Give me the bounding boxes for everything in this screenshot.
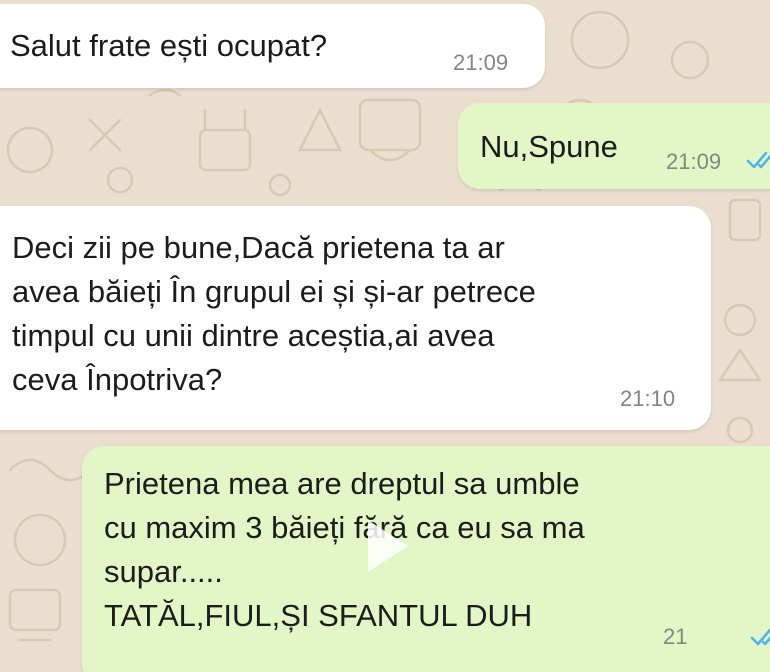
message-time: 21:09 (453, 50, 509, 75)
message-text: Nu,Spune (480, 129, 618, 164)
message-time: 21:10 (620, 386, 676, 411)
message-bubble-incoming[interactable]: Salut frate ești ocupat? 21:09 (0, 4, 545, 88)
double-check-icon (746, 151, 770, 169)
message-text: Salut frate ești ocupat? (10, 28, 328, 63)
message-time: 21:09 (666, 149, 722, 174)
message-text: Deci zii pe bune,Dacă prietena ta ar ave… (12, 230, 536, 397)
message-time: 21 (663, 624, 688, 649)
double-check-icon (750, 628, 770, 646)
message-bubble-incoming[interactable]: Deci zii pe bune,Dacă prietena ta ar ave… (0, 206, 711, 430)
message-text: Prietena mea are dreptul sa umble cu max… (104, 466, 585, 633)
play-icon[interactable] (368, 520, 408, 572)
message-bubble-outgoing[interactable]: Prietena mea are dreptul sa umble cu max… (82, 446, 770, 672)
message-bubble-outgoing[interactable]: Nu,Spune 21:09 (458, 103, 770, 189)
